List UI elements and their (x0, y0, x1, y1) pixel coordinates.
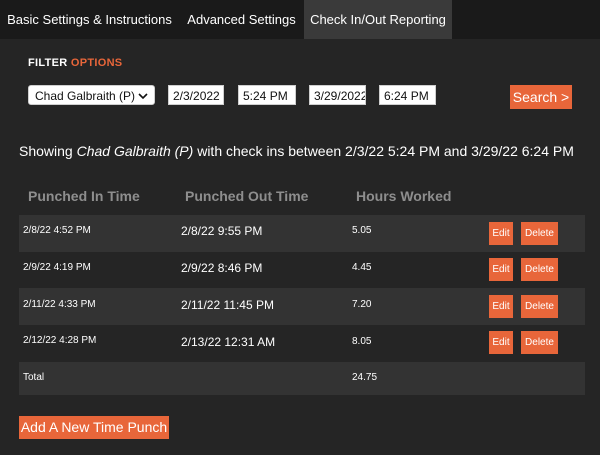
person-select[interactable]: Chad Galbraith (P) (28, 85, 155, 105)
hours-cell: 4.45 (352, 262, 372, 273)
summary-suffix: with check ins between 2/3/22 5:24 PM an… (193, 143, 574, 159)
punched-in-cell: 2/9/22 4:19 PM (23, 262, 91, 273)
end-date-input[interactable]: 3/29/2022 (309, 85, 366, 105)
table-total-row: Total 24.75 (19, 362, 585, 395)
edit-button[interactable]: Edit (489, 222, 513, 245)
table-row: 2/9/22 4:19 PM 2/9/22 8:46 PM 4.45 Edit … (19, 252, 585, 288)
filter-title-accent: OPTIONS (70, 57, 123, 69)
table-row: 2/8/22 4:52 PM 2/8/22 9:55 PM 5.05 Edit … (19, 215, 585, 252)
tab-check-in-out-reporting[interactable]: Check In/Out Reporting (304, 0, 452, 39)
table-row: 2/12/22 4:28 PM 2/13/22 12:31 AM 8.05 Ed… (19, 325, 585, 362)
punched-in-cell: 2/11/22 4:33 PM (23, 299, 96, 310)
edit-button[interactable]: Edit (489, 258, 513, 281)
filter-title: FILTER OPTIONS (28, 57, 122, 69)
summary-prefix: Showing (19, 143, 77, 159)
header-punched-in: Punched In Time (28, 188, 140, 204)
tab-bar: Basic Settings & Instructions Advanced S… (0, 0, 600, 39)
summary-name: Chad Galbraith (P) (76, 143, 194, 159)
punched-in-cell: 2/12/22 4:28 PM (23, 335, 97, 346)
header-punched-out: Punched Out Time (185, 188, 309, 204)
punched-out-cell: 2/11/22 11:45 PM (181, 298, 274, 312)
edit-button[interactable]: Edit (489, 295, 513, 318)
delete-button[interactable]: Delete (521, 331, 558, 354)
total-label: Total (23, 372, 45, 383)
tab-basic-settings[interactable]: Basic Settings & Instructions (0, 0, 179, 39)
punched-in-cell: 2/8/22 4:52 PM (23, 225, 91, 236)
tab-advanced-settings[interactable]: Advanced Settings (179, 0, 304, 39)
results-summary: Showing Chad Galbraith (P) with check in… (19, 143, 574, 159)
table-row: 2/11/22 4:33 PM 2/11/22 11:45 PM 7.20 Ed… (19, 288, 585, 325)
search-button[interactable]: Search > (510, 85, 572, 109)
filter-title-prefix: FILTER (28, 57, 68, 69)
edit-button[interactable]: Edit (489, 331, 513, 354)
end-time-input[interactable]: 6:24 PM (379, 85, 436, 105)
person-select-value: Chad Galbraith (P) (35, 89, 136, 103)
punched-out-cell: 2/13/22 12:31 AM (181, 335, 276, 349)
punched-out-cell: 2/8/22 9:55 PM (181, 224, 263, 238)
chevron-down-icon (138, 93, 148, 100)
hours-cell: 8.05 (352, 336, 372, 347)
start-date-input[interactable]: 2/3/2022 (168, 85, 224, 105)
start-time-input[interactable]: 5:24 PM (238, 85, 296, 105)
delete-button[interactable]: Delete (521, 295, 558, 318)
hours-cell: 7.20 (352, 299, 372, 310)
punched-out-cell: 2/9/22 8:46 PM (181, 261, 263, 275)
delete-button[interactable]: Delete (521, 222, 558, 245)
add-time-punch-button[interactable]: Add A New Time Punch (19, 416, 169, 439)
hours-cell: 5.05 (352, 225, 372, 236)
header-hours-worked: Hours Worked (356, 188, 452, 204)
delete-button[interactable]: Delete (521, 258, 558, 281)
total-hours: 24.75 (352, 372, 378, 383)
